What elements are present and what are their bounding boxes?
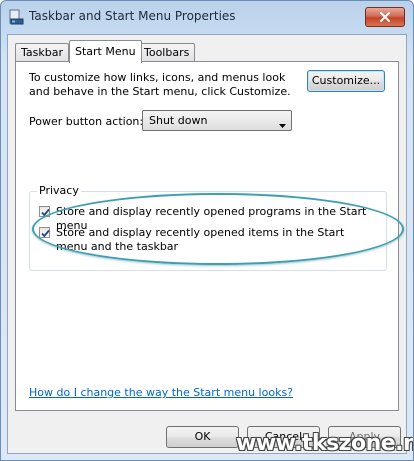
recent-items-checkbox[interactable]	[39, 227, 50, 238]
ok-button[interactable]: OK	[166, 426, 239, 448]
recent-programs-checkbox[interactable]	[39, 206, 50, 217]
window-title: Taskbar and Start Menu Properties	[29, 9, 236, 23]
power-button-select[interactable]: Shut down	[142, 110, 292, 131]
customize-description: To customize how links, icons, and menus…	[29, 71, 291, 98]
close-button[interactable]	[365, 7, 405, 27]
dialog-body: Taskbar Start Menu Toolbars To customize…	[7, 34, 407, 454]
privacy-group-title: Privacy	[37, 184, 81, 197]
power-button-value: Shut down	[149, 114, 208, 127]
checkmark-icon	[41, 229, 50, 238]
tab-start-menu[interactable]: Start Menu	[69, 40, 142, 63]
recent-items-label[interactable]: Store and display recently opened items …	[56, 226, 376, 254]
close-icon	[379, 12, 391, 22]
tab-taskbar[interactable]: Taskbar	[15, 43, 69, 62]
watermark: www.tkszone.net	[236, 431, 413, 456]
help-link[interactable]: How do I change the way the Start menu l…	[29, 386, 293, 399]
tab-toolbars[interactable]: Toolbars	[138, 43, 196, 62]
title-bar[interactable]: Taskbar and Start Menu Properties	[1, 1, 413, 33]
power-button-label: Power button action:	[29, 115, 144, 128]
checkmark-icon	[41, 208, 50, 217]
taskbar-properties-icon	[8, 9, 24, 25]
properties-window: Taskbar and Start Menu Properties Taskba…	[0, 0, 414, 461]
dropdown-arrow-icon	[279, 118, 286, 131]
customize-button[interactable]: Customize...	[307, 70, 385, 92]
start-menu-panel: To customize how links, icons, and menus…	[15, 61, 404, 411]
privacy-group: Privacy Store and display recently opene…	[29, 184, 387, 271]
